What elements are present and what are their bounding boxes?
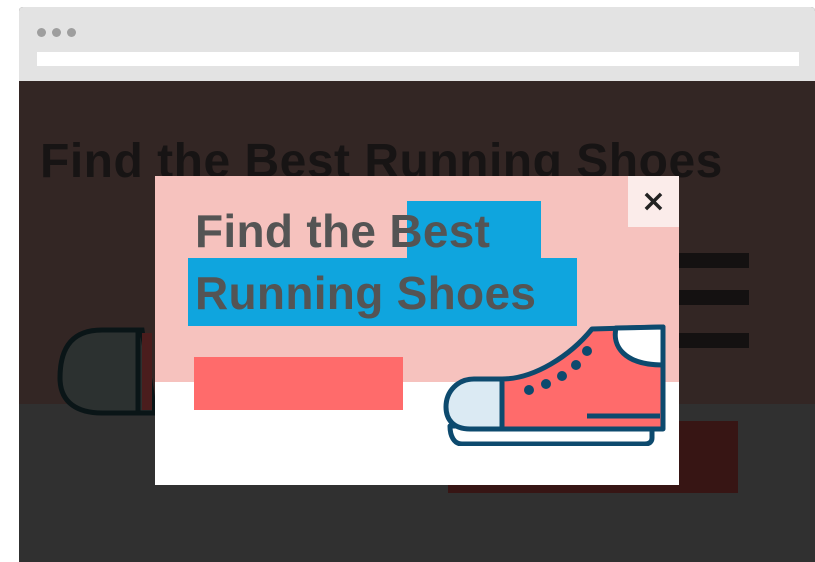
window-dot-maximize[interactable]	[67, 28, 76, 37]
background-text-line	[668, 253, 749, 268]
popup-title-highlight-line2: Running Shoes	[195, 267, 537, 319]
window-dot-minimize[interactable]	[52, 28, 61, 37]
close-button[interactable]: ×	[628, 176, 679, 227]
popup-title: Find the Best Running Shoes	[195, 200, 615, 324]
address-bar[interactable]	[37, 52, 799, 66]
sneaker-icon	[443, 324, 666, 446]
background-text-line	[668, 290, 749, 305]
popup-title-highlight-word: Best	[389, 205, 491, 257]
newsletter-popup: Find the Best Running Shoes ×	[155, 176, 679, 485]
background-text-line	[668, 333, 749, 348]
window-dot-close[interactable]	[37, 28, 46, 37]
background-sneaker-icon	[57, 327, 158, 416]
close-icon: ×	[640, 184, 667, 219]
cta-button[interactable]	[194, 357, 403, 410]
browser-chrome	[19, 7, 815, 81]
popup-title-part1: Find the	[195, 205, 377, 257]
window-controls	[37, 28, 76, 37]
